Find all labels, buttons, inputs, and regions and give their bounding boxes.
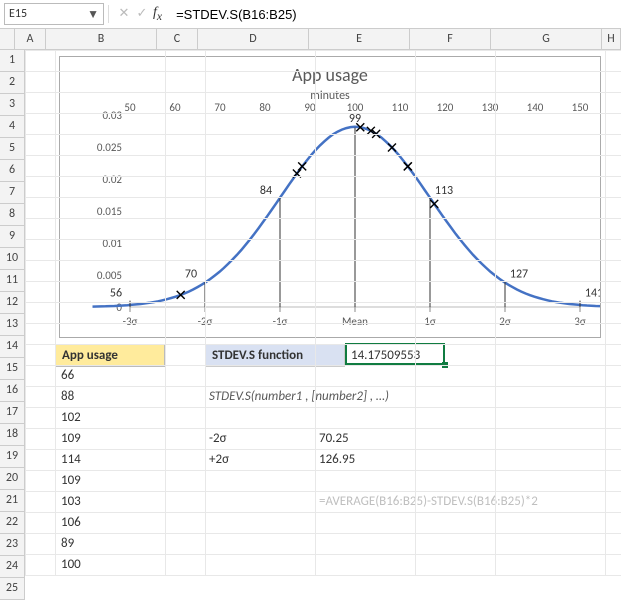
sigma-pos-label[interactable]: +2σ: [205, 449, 315, 471]
row-header-21[interactable]: 21: [0, 490, 25, 512]
app-usage-value[interactable]: 100: [55, 554, 165, 576]
svg-text:3σ: 3σ: [574, 315, 586, 328]
app-usage-value[interactable]: 106: [55, 512, 165, 534]
select-all-corner[interactable]: [0, 29, 15, 50]
svg-text:0.025: 0.025: [97, 141, 122, 154]
sigma-neg-value[interactable]: 70.25: [315, 428, 415, 450]
enter-icon[interactable]: ✓: [135, 6, 149, 21]
col-header-F[interactable]: F: [410, 29, 491, 49]
svg-text:56: 56: [110, 287, 122, 301]
formula-bar: E15 ▼ ✕ ✓ fx: [0, 0, 621, 29]
svg-text:0.015: 0.015: [97, 205, 122, 218]
col-header-D[interactable]: D: [198, 29, 309, 49]
row-header-13[interactable]: 13: [0, 314, 25, 336]
row-header-25[interactable]: 25: [0, 578, 25, 600]
row-header-9[interactable]: 9: [0, 226, 25, 248]
app-usage-value[interactable]: 102: [55, 407, 165, 429]
row-header-8[interactable]: 8: [0, 204, 25, 226]
formula-controls: ✕ ✓ fx: [113, 5, 166, 23]
row-header-23[interactable]: 23: [0, 534, 25, 556]
ghost-formula: =AVERAGE(B16:B25)-STDEV.S(B16:B25)*2: [315, 491, 615, 512]
sigma-pos-value[interactable]: 126.95: [315, 449, 415, 471]
cancel-icon[interactable]: ✕: [117, 6, 131, 21]
row-header-5[interactable]: 5: [0, 138, 25, 160]
row-header-6[interactable]: 6: [0, 160, 25, 182]
app-usage-value[interactable]: 109: [55, 428, 165, 450]
row-header-4[interactable]: 4: [0, 116, 25, 138]
row-header-1[interactable]: 1: [0, 50, 25, 72]
formula-input[interactable]: [170, 6, 617, 23]
column-header-row: ABCDEFGH: [0, 29, 621, 50]
row-header-20[interactable]: 20: [0, 468, 25, 490]
row-header-10[interactable]: 10: [0, 248, 25, 270]
row-header-3[interactable]: 3: [0, 94, 25, 116]
col-header-A[interactable]: A: [15, 29, 46, 49]
chevron-down-icon[interactable]: ▼: [87, 7, 99, 22]
row-header-11[interactable]: 11: [0, 270, 25, 292]
grid[interactable]: 1234567891011121314151617181920212223242…: [0, 50, 621, 600]
row-header-15[interactable]: 15: [0, 358, 25, 380]
sigma-neg-label[interactable]: -2σ: [205, 428, 315, 450]
row-header-18[interactable]: 18: [0, 424, 25, 446]
svg-text:0.02: 0.02: [102, 173, 122, 186]
row-header-19[interactable]: 19: [0, 446, 25, 468]
col-header-C[interactable]: C: [157, 29, 198, 49]
col-header-G[interactable]: G: [491, 29, 602, 49]
svg-text:70: 70: [185, 267, 197, 281]
name-box[interactable]: E15 ▼: [4, 3, 104, 25]
row-header-22[interactable]: 22: [0, 512, 25, 534]
svg-text:Mean: Mean: [342, 315, 368, 328]
app-usage-value[interactable]: 114: [55, 449, 165, 471]
row-header-14[interactable]: 14: [0, 336, 25, 358]
svg-text:2σ: 2σ: [499, 315, 511, 328]
name-box-value: E15: [9, 7, 27, 21]
row-header-2[interactable]: 2: [0, 72, 25, 94]
svg-text:141: 141: [585, 287, 600, 301]
app-usage-value[interactable]: 89: [55, 533, 165, 555]
svg-text:-3σ: -3σ: [123, 315, 138, 328]
app-usage-value[interactable]: 103: [55, 491, 165, 513]
stdev-value-cell[interactable]: 14.17509553: [345, 343, 445, 365]
svg-text:-1σ: -1σ: [273, 315, 288, 328]
app-usage-value[interactable]: 88: [55, 386, 165, 408]
row-header-7[interactable]: 7: [0, 182, 25, 204]
col-header-E[interactable]: E: [309, 29, 410, 49]
app-usage-header[interactable]: App usage: [55, 344, 165, 367]
svg-text:0.03: 0.03: [102, 109, 122, 122]
app-usage-value[interactable]: 109: [55, 470, 165, 492]
stdev-function-label[interactable]: STDEV.S function: [205, 344, 345, 367]
fx-icon[interactable]: fx: [153, 5, 162, 23]
stdev-syntax: STDEV.S(number1 , [number2] , …): [205, 386, 465, 407]
row-header-17[interactable]: 17: [0, 402, 25, 424]
svg-text:127: 127: [510, 267, 528, 281]
row-header-16[interactable]: 16: [0, 380, 25, 402]
col-header-H[interactable]: H: [602, 29, 621, 49]
svg-text:1σ: 1σ: [424, 315, 436, 328]
row-header-12[interactable]: 12: [0, 292, 25, 314]
chart-title: App usage: [292, 64, 368, 86]
col-header-B[interactable]: B: [46, 29, 157, 49]
app-usage-value[interactable]: 66: [55, 365, 165, 387]
